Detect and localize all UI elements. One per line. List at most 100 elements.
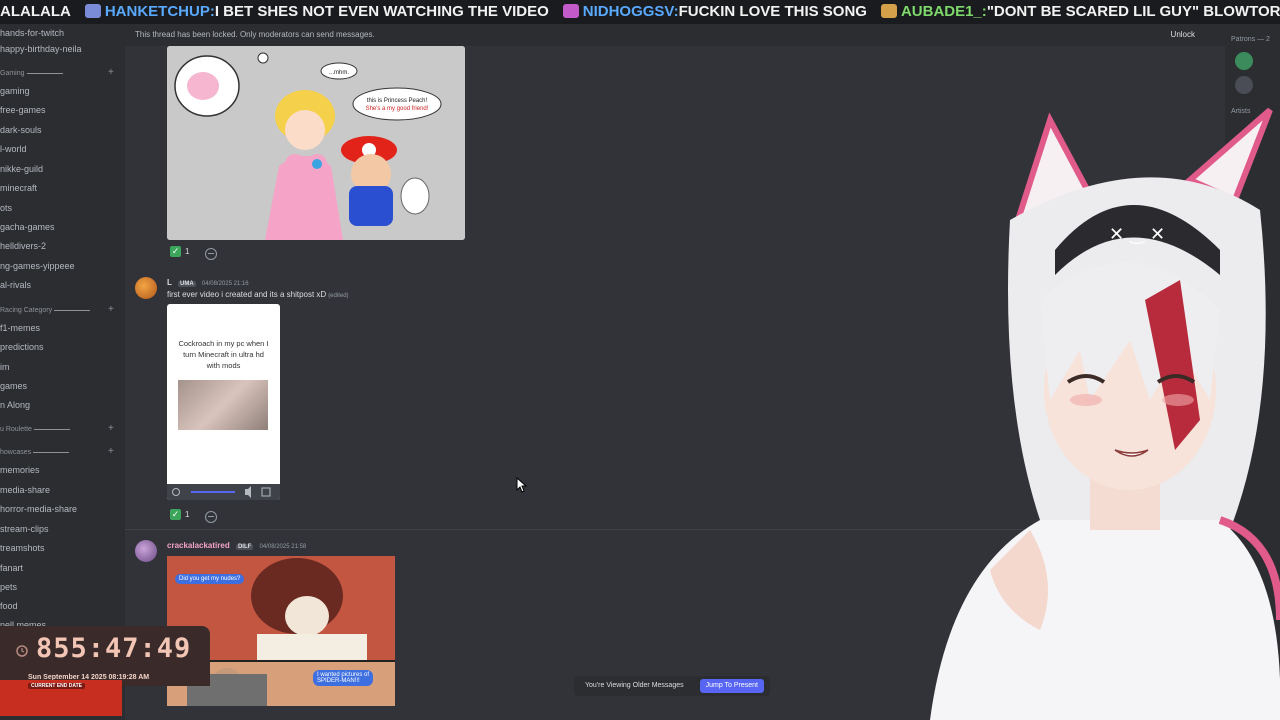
video-control-icons (172, 486, 271, 498)
fullscreen-icon (261, 487, 271, 497)
member-avatar[interactable] (1235, 52, 1253, 70)
avatar[interactable] (135, 540, 157, 562)
sidebar-channel[interactable]: minecraft (0, 183, 37, 193)
check-icon: ✓ (170, 509, 181, 520)
chat-emote-icon (880, 4, 897, 18)
author-tag: UMA (177, 281, 196, 287)
ticker-segment: NIDHOGGSV:FUCKIN LOVE THIS SONG (559, 0, 877, 24)
sidebar-channel[interactable]: treamshots (0, 543, 45, 553)
sidebar-category-label: Gaming (0, 70, 25, 77)
add-channel-icon[interactable]: + (108, 304, 114, 315)
sidebar-channel[interactable]: gaming (0, 86, 30, 96)
reaction-check-1[interactable]: ✓ 1 (170, 246, 189, 260)
sidebar-channel[interactable]: f1-memes (0, 323, 40, 333)
sidebar-category[interactable]: Gaming (0, 70, 63, 77)
sidebar-channel[interactable]: n Along (0, 400, 30, 410)
reaction-check-2[interactable]: ✓ 1 (170, 509, 189, 523)
sidebar-channel[interactable]: happy-birthday-neila (0, 44, 82, 54)
sidebar-channel[interactable]: nikke-guild (0, 164, 43, 174)
author-name[interactable]: crackalackatired (167, 541, 230, 550)
chat-ticker: ALALALA HANKETCHUP:I BET SHES NOT EVEN WA… (0, 0, 1280, 24)
sidebar-category[interactable]: howcases (0, 449, 70, 456)
sidebar-channel[interactable]: media-share (0, 485, 50, 495)
check-icon: ✓ (170, 246, 181, 257)
category-divider (33, 428, 70, 430)
channel-sidebar: hands-for-twitch happy-birthday-neila gami… (0, 24, 125, 720)
sidebar-category[interactable]: u Roulette (0, 426, 70, 433)
sidebar-category-label: howcases (0, 449, 32, 456)
sidebar-channel[interactable]: stream-clips (0, 524, 49, 534)
ticker-segment: HANKETCHUP:I BET SHES NOT EVEN WATCHING … (81, 0, 559, 24)
message-timestamp: 04/08/2025 21:58 (259, 544, 307, 550)
avatar[interactable] (135, 277, 157, 299)
message-author-line: crackalackatired DILF 04/08/2025 21:58 (167, 541, 306, 550)
add-channel-icon[interactable]: + (108, 423, 114, 434)
sidebar-channel[interactable]: food (0, 601, 18, 611)
sidebar-channel[interactable]: al-rivals (0, 280, 31, 290)
author-name[interactable]: L (167, 278, 172, 287)
sidebar-channel[interactable]: games (0, 381, 27, 391)
chat-emote-icon (84, 4, 101, 18)
locked-banner-text: This thread has been locked. Only modera… (135, 30, 375, 39)
replay-icon (172, 488, 180, 496)
sidebar-category-label: u Roulette (0, 426, 32, 433)
edited-label: (edited) (328, 293, 349, 299)
ticker-username: NIDHOGGSV: (582, 3, 679, 20)
peach-bubble-small: ...mhm. (329, 70, 349, 76)
member-list: Patrons — 2 Artists (1225, 24, 1280, 720)
video-caption: Cockroach in my pc when I turn Minecraft… (178, 339, 269, 370)
member-avatar[interactable] (1235, 76, 1253, 94)
ticker-message: FUCKIN LOVE THIS SONG (678, 3, 867, 20)
sidebar-channel[interactable]: dark-souls (0, 125, 42, 135)
add-channel-icon[interactable]: + (108, 67, 114, 78)
sidebar-channel[interactable]: im (0, 362, 10, 372)
jump-to-present-button[interactable]: Jump To Present (699, 679, 764, 693)
peach-mario-illustration: ...mhm. this is Princess Peach! She's a … (167, 46, 465, 240)
category-divider (26, 72, 63, 74)
ticker-message: I BET SHES NOT EVEN WATCHING THE VIDEO (214, 3, 549, 20)
members-header: Patrons — 2 (1231, 36, 1270, 43)
category-divider (54, 309, 91, 311)
ticker-message: ALALALA (0, 3, 71, 20)
thread-view: This thread has been locked. Only modera… (125, 24, 1225, 720)
peach-bubble-big-2: She's a my good friend! (366, 106, 429, 112)
peach-bubble-big: this is Princess Peach! (367, 98, 428, 104)
sidebar-channel[interactable]: gacha-games (0, 222, 55, 232)
video-attachment[interactable]: Cockroach in my pc when I turn Minecraft… (167, 304, 280, 500)
sidebar-channel[interactable]: l-world (0, 144, 27, 154)
sidebar-channel[interactable]: memories (0, 465, 40, 475)
sidebar-channel[interactable]: ots (0, 203, 12, 213)
sidebar-channel[interactable]: predictions (0, 342, 44, 352)
category-divider (33, 451, 70, 453)
add-reaction-icon[interactable] (205, 511, 217, 523)
sidebar-channel[interactable]: ng-games-yippeee (0, 261, 75, 271)
comic-bubble-2: I wanted pictures of SPIDER-MAN!!! (313, 670, 374, 686)
sidebar-channel[interactable]: fanart (0, 563, 23, 573)
unlock-button[interactable]: Unlock (1171, 24, 1195, 46)
sidebar-channel[interactable]: free-games (0, 105, 46, 115)
sidebar-channel[interactable]: horror-media-share (0, 504, 77, 514)
mouse-cursor-icon (516, 477, 528, 493)
author-tag: DILF (235, 544, 254, 550)
older-messages-bar: You're Viewing Older Messages Jump To Pr… (574, 676, 770, 696)
sidebar-channel[interactable]: pets (0, 582, 17, 592)
message-text: first ever video i created and its a shi… (167, 290, 349, 299)
peach-mario-image[interactable]: ...mhm. this is Princess Peach! She's a … (167, 46, 465, 240)
message-timestamp: 04/08/2025 21:16 (201, 281, 249, 287)
ticker-segment: AUBADE1_:"DONT BE SCARED LIL GUY" BLOWTO… (877, 0, 1280, 24)
message-author-line: L UMA 04/08/2025 21:16 (167, 278, 249, 287)
video-thumbnail (178, 380, 268, 430)
add-channel-icon[interactable]: + (108, 446, 114, 457)
comic-bubble-1: Did you get my nudes? (175, 574, 245, 584)
sidebar-channel[interactable]: helldivers-2 (0, 241, 46, 251)
sidebar-category[interactable]: Racing Category (0, 307, 91, 314)
add-reaction-icon[interactable] (205, 248, 217, 260)
sidebar-category-label: Racing Category (0, 307, 53, 314)
video-controls[interactable] (167, 484, 280, 500)
reaction-count: 1 (185, 247, 190, 256)
ticker-segment: ALALALA (0, 0, 81, 24)
volume-icon (245, 486, 251, 498)
sidebar-channel[interactable]: hands-for-twitch (0, 28, 64, 38)
locked-thread-banner: This thread has been locked. Only modera… (125, 24, 1225, 46)
divider (125, 529, 1225, 530)
